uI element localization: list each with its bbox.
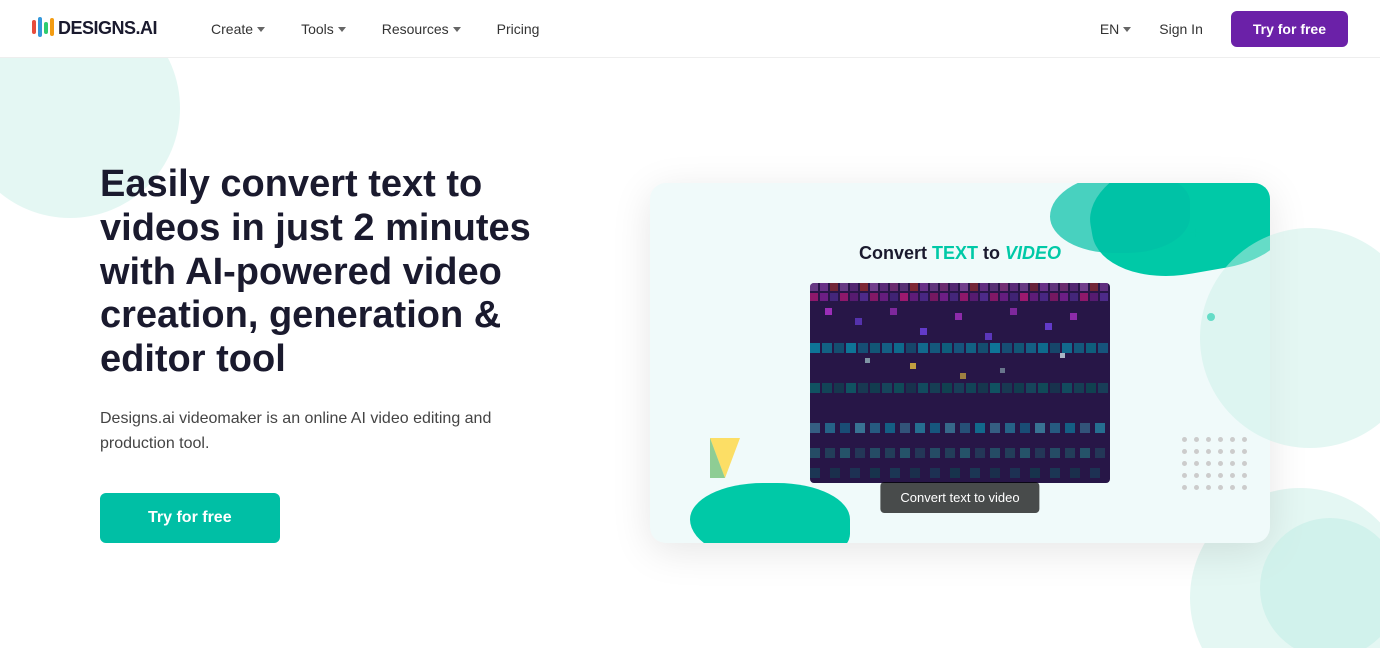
hero-section: Easily convert text to videos in just 2 … [0, 58, 1380, 648]
right-decorations [1160, 168, 1380, 538]
right-circle-large [1200, 228, 1380, 448]
pennant-decoration [710, 438, 740, 483]
try-free-nav-button[interactable]: Try for free [1231, 11, 1348, 47]
navbar: DESIGNS.AI Create Tools Resources Pricin… [0, 0, 1380, 58]
blob-decoration-bottom [690, 483, 850, 543]
nav-right: EN Sign In Try for free [1100, 11, 1348, 47]
chevron-down-icon [1123, 27, 1131, 32]
nav-links: Create Tools Resources Pricing [197, 13, 1100, 45]
chevron-down-icon [453, 27, 461, 32]
try-free-hero-button[interactable]: Try for free [100, 493, 280, 543]
nav-resources[interactable]: Resources [368, 13, 475, 45]
hero-image-area: Convert TEXT to VIDEO + [580, 58, 1380, 648]
hero-description: Designs.ai videomaker is an online AI vi… [100, 406, 500, 457]
logo[interactable]: DESIGNS.AI [32, 18, 157, 39]
hero-title: Easily convert text to videos in just 2 … [100, 163, 580, 381]
nav-tools[interactable]: Tools [287, 13, 360, 45]
nav-create[interactable]: Create [197, 13, 279, 45]
logo-text: DESIGNS.AI [58, 18, 157, 39]
nav-pricing[interactable]: Pricing [483, 13, 554, 45]
hero-content: Easily convert text to videos in just 2 … [100, 163, 580, 543]
sign-in-button[interactable]: Sign In [1147, 13, 1215, 45]
chevron-down-icon [338, 27, 346, 32]
right-circle-small [1260, 518, 1380, 648]
pixel-preview [810, 283, 1110, 483]
convert-badge: Convert text to video [880, 482, 1039, 513]
chevron-down-icon [257, 27, 265, 32]
language-selector[interactable]: EN [1100, 21, 1131, 37]
convert-label: Convert TEXT to VIDEO [859, 243, 1061, 264]
logo-icon [32, 20, 54, 37]
